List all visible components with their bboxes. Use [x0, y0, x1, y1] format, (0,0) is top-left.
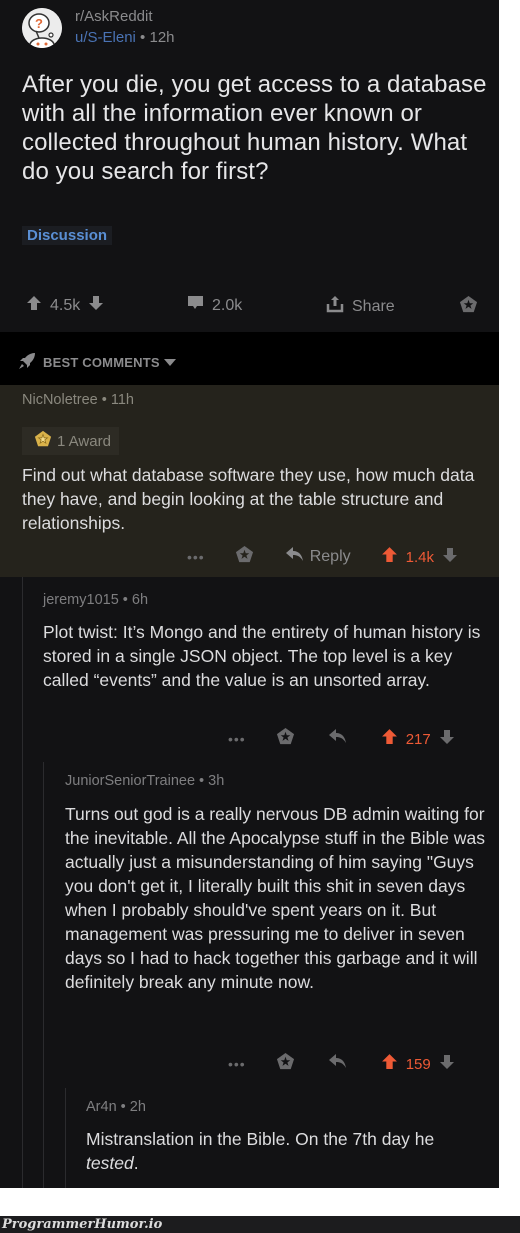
post-title[interactable]: After you die, you get access to a datab… [22, 70, 492, 186]
share-icon [326, 295, 344, 318]
askreddit-logo-icon: ? [22, 8, 62, 48]
downvote-icon[interactable] [88, 295, 104, 316]
reply-label: Reply [309, 548, 351, 565]
comment-actions: ••• 159 [228, 1052, 455, 1076]
comment-body: Turns out god is a really nervous DB adm… [65, 804, 485, 992]
award-pentagon-icon[interactable] [276, 1052, 295, 1076]
rocket-icon [18, 352, 36, 373]
comment-meta[interactable]: NicNoletree • 11h [22, 392, 134, 408]
downvote-icon[interactable] [442, 547, 458, 568]
post-author[interactable]: u/S-Eleni [75, 29, 136, 46]
upvote-active-icon[interactable] [381, 1053, 398, 1075]
upvote-active-icon[interactable] [381, 728, 398, 750]
downvote-icon[interactable] [439, 729, 455, 750]
post-vote-group: 4.5k [26, 295, 104, 316]
upvote-icon[interactable] [26, 295, 42, 316]
more-options-icon[interactable]: ••• [228, 731, 246, 747]
thread-line[interactable] [43, 762, 44, 1188]
comment-score: 159 [405, 1055, 431, 1073]
share-button[interactable]: Share [326, 295, 403, 318]
award-pentagon-icon [459, 295, 478, 319]
thread-line[interactable] [22, 577, 23, 1188]
comment-meta[interactable]: JuniorSeniorTrainee • 3h [65, 773, 224, 789]
comment-meta[interactable]: Ar4n • 2h [86, 1099, 146, 1115]
comment-body: Find out what database software they use… [22, 465, 475, 533]
post-flair[interactable]: Discussion [22, 226, 113, 245]
award-badge[interactable]: 1 Award [22, 427, 119, 455]
subreddit-name[interactable]: r/AskReddit [75, 8, 153, 25]
comment-count: 2.0k [212, 296, 243, 314]
subreddit-avatar[interactable]: ? [22, 8, 62, 48]
comment-score: 1.4k [405, 548, 434, 566]
more-options-icon[interactable]: ••• [187, 549, 205, 565]
reply-arrow-icon[interactable] [328, 1054, 347, 1074]
watermark-bar: ProgrammerHumor.io [0, 1216, 520, 1233]
award-button[interactable] [459, 295, 478, 319]
upvote-active-icon[interactable] [381, 546, 398, 568]
comment-body: Mistranslation in the Bible. On the 7th … [86, 1127, 491, 1175]
sort-dropdown[interactable]: BEST COMMENTS [18, 352, 176, 373]
comment-body: Plot twist: It’s Mongo and the entirety … [43, 622, 481, 690]
post-actions-bar: 4.5k 2.0k Share [0, 285, 499, 325]
comment-top: NicNoletree • 11h 1 Award Find out what … [0, 385, 499, 577]
sort-label: BEST COMMENTS [43, 355, 160, 370]
downvote-icon[interactable] [439, 1054, 455, 1075]
watermark-text: ProgrammerHumor.io [2, 1217, 163, 1232]
comment-bubble-icon [187, 295, 204, 316]
svg-text:?: ? [35, 16, 43, 31]
reply-arrow-icon [285, 547, 304, 567]
body-emphasis: tested [86, 1153, 134, 1173]
award-count: 1 Award [57, 432, 111, 450]
comment-score: 217 [405, 730, 431, 748]
post-score: 4.5k [50, 296, 81, 314]
more-options-icon[interactable]: ••• [228, 1056, 246, 1072]
award-pentagon-icon[interactable] [276, 727, 295, 751]
comment-actions: ••• Reply 1.4k [187, 545, 458, 569]
share-label: Share [352, 297, 395, 315]
comment-actions: ••• 217 [228, 727, 455, 751]
comment-meta[interactable]: jeremy1015 • 6h [43, 592, 148, 608]
post-author-line: u/S-Eleni • 12h [75, 29, 175, 46]
separator-dot: • [140, 29, 146, 46]
body-text: Mistranslation in the Bible. On the 7th … [86, 1129, 435, 1149]
reply-button[interactable]: Reply [285, 547, 351, 567]
gold-award-icon [34, 430, 52, 452]
body-text: . [133, 1153, 139, 1173]
reddit-screenshot: ? r/AskReddit u/S-Eleni • 12h After you … [0, 0, 499, 1188]
reply-arrow-icon[interactable] [328, 729, 347, 749]
comments-button[interactable]: 2.0k [187, 295, 250, 316]
post-age: 12h [149, 29, 175, 46]
post-header: ? r/AskReddit u/S-Eleni • 12h After you … [0, 0, 499, 332]
caret-down-icon [163, 355, 176, 370]
award-pentagon-icon[interactable] [235, 545, 254, 569]
thread-line[interactable] [65, 1088, 66, 1188]
comment-sort-bar: BEST COMMENTS [0, 332, 499, 385]
